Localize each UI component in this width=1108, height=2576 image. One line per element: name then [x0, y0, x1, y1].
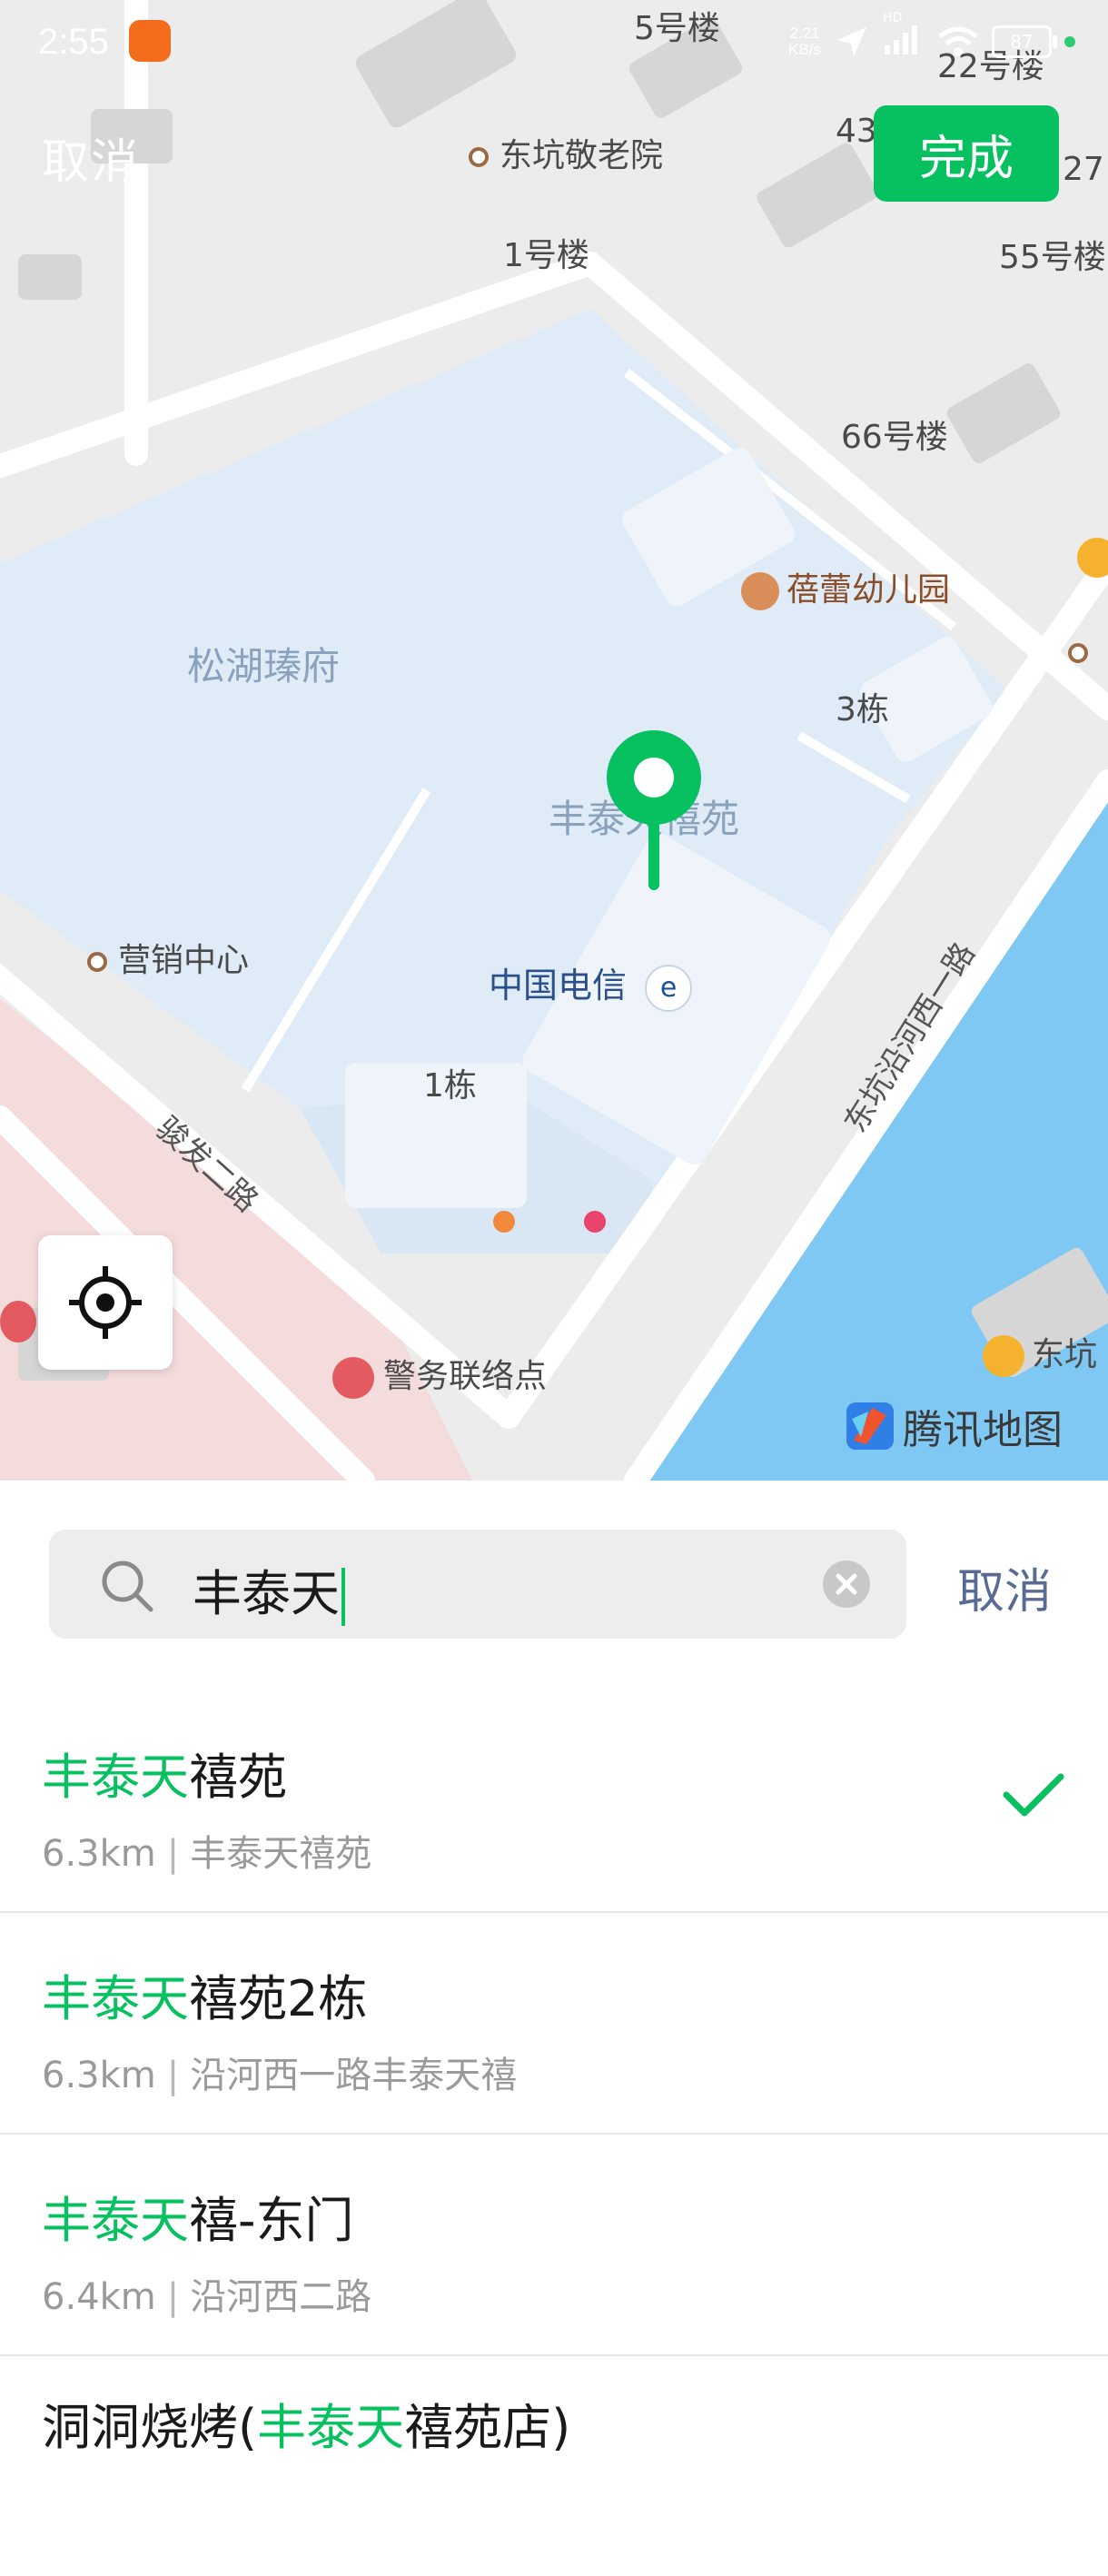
locate-button[interactable] [38, 1235, 173, 1370]
poi-kindergarten[interactable]: 蓓蕾幼儿园 [741, 563, 950, 610]
map-view[interactable]: 5号楼 22号楼 东坑敬老院 43 27 1号楼 55号楼 66号楼 蓓蕾幼儿园… [0, 0, 1108, 1481]
poi-police[interactable]: 警务联络点 [332, 1350, 547, 1399]
clear-icon[interactable] [823, 1560, 870, 1608]
result-title-highlight: 丰泰天 [257, 2399, 405, 2456]
top-cancel-button[interactable]: 取消 [42, 124, 140, 192]
result-title-highlight: 丰泰天 [42, 1749, 189, 1806]
search-query-container: 丰泰天 [193, 1553, 345, 1627]
status-icons: 2.21 KB/s HD 87 [788, 11, 1075, 60]
result-title-rest: 禧苑 [189, 1749, 287, 1806]
result-title: 丰泰天禧苑2栋 [42, 1958, 367, 2030]
check-icon [1003, 1773, 1064, 1817]
result-title-highlight: 丰泰天 [42, 2192, 189, 2249]
map-pin-icon[interactable] [603, 727, 705, 894]
map-label-b27: 27 [1063, 151, 1104, 188]
poi-sales-label: 营销中心 [118, 942, 250, 979]
map-label-b66: 66号楼 [841, 419, 948, 456]
result-address: 沿河西一路丰泰天禧 [190, 2055, 518, 2096]
network-badge: HD [883, 11, 903, 25]
result-address: 丰泰天禧苑 [190, 1833, 372, 1875]
result-item[interactable]: 丰泰天禧苑 6.3km | 丰泰天禧苑 [0, 1691, 1108, 1913]
tencent-map-logo-text: 腾讯地图 [903, 1407, 1063, 1453]
poi-red-icon[interactable] [0, 1301, 36, 1342]
search-icon [102, 1560, 153, 1612]
map-label-b55: 55号楼 [999, 239, 1106, 276]
poi-dot-icon [87, 952, 107, 972]
map-label-b1: 1号楼 [503, 237, 589, 274]
search-cancel-button[interactable]: 取消 [957, 1553, 1052, 1621]
status-time: 2:55 [38, 22, 109, 62]
result-title: 丰泰天禧-东门 [42, 2180, 354, 2252]
poi-nursing-home-label: 东坑敬老院 [500, 137, 664, 174]
poi-nursing-home[interactable]: 东坑敬老院 [469, 129, 663, 176]
result-distance: 6.3km [42, 1833, 156, 1875]
poi-dot-icon[interactable] [1068, 643, 1088, 663]
status-dot [1064, 36, 1075, 47]
result-distance: 6.3km [42, 2055, 156, 2096]
result-item[interactable]: 丰泰天禧-东门 6.4km | 沿河西二路 [0, 2135, 1108, 2356]
map-label-songhu: 松湖瑧府 [187, 644, 341, 689]
police-icon [332, 1357, 374, 1399]
battery-icon: 87 [992, 25, 1057, 58]
signal-icon: HD [883, 11, 925, 60]
result-title-rest: 禧-东门 [189, 2192, 354, 2249]
kindergarten-icon [741, 572, 779, 610]
result-subtitle: 6.3km | 沿河西一路丰泰天禧 [42, 2055, 518, 2096]
result-title-rest: 禧苑2栋 [189, 1970, 368, 2027]
map-label-dong1: 1栋 [423, 1067, 477, 1105]
poi-telecom[interactable]: 中国电信 e [489, 957, 693, 1012]
poi-dongkeng[interactable]: 东坑 [983, 1328, 1097, 1377]
tencent-map-logo: 腾讯地图 [845, 1397, 1063, 1455]
result-item[interactable]: 洞洞烧烤(丰泰天禧苑店) [0, 2356, 1108, 2576]
net-speed: 2.21 KB/s [788, 25, 821, 58]
result-subtitle: 6.3km | 丰泰天禧苑 [42, 1833, 372, 1875]
result-address: 沿河西二路 [190, 2276, 372, 2318]
search-input[interactable]: 丰泰天 [49, 1530, 906, 1639]
net-speed-unit: KB/s [788, 41, 821, 58]
result-title-highlight: 丰泰天 [42, 1970, 189, 2027]
search-query: 丰泰天 [193, 1565, 340, 1622]
poi-sales-center[interactable]: 营销中心 [87, 934, 249, 981]
app-notification-icon [129, 20, 171, 62]
result-title-prefix: 洞洞烧烤( [42, 2399, 258, 2456]
net-speed-value: 2.21 [789, 25, 820, 42]
result-title-rest: 禧苑店) [404, 2399, 571, 2456]
locate-icon [69, 1266, 142, 1339]
result-distance: 6.4km [42, 2276, 156, 2318]
text-caret [341, 1568, 345, 1627]
poi-dongkeng-label: 东坑 [1032, 1336, 1098, 1373]
wifi-icon [938, 26, 978, 56]
poi-telecom-label: 中国电信 [489, 966, 628, 1006]
result-list: 丰泰天禧苑 6.3km | 丰泰天禧苑 丰泰天禧苑2栋 6.3km | 沿河西一路丰泰天… [0, 1691, 1108, 2576]
dongkeng-icon [983, 1335, 1024, 1377]
status-bar: 2:55 2.21 KB/s HD 87 [0, 0, 1108, 91]
poi-kindergarten-label: 蓓蕾幼儿园 [786, 571, 951, 609]
result-title: 洞洞烧烤(丰泰天禧苑店) [42, 2387, 570, 2459]
done-button[interactable]: 完成 [874, 105, 1059, 202]
location-arrow-icon [837, 27, 866, 56]
map-label-b43: 43 [836, 113, 877, 150]
poi-dot-icon [469, 147, 489, 167]
result-title: 丰泰天禧苑 [42, 1737, 287, 1808]
tencent-map-logo-icon [846, 1402, 894, 1450]
search-sheet: 丰泰天 取消 丰泰天禧苑 6.3km | 丰泰天禧苑 丰泰天禧苑2栋 6.3km | 沿… [0, 1481, 1108, 2463]
poi-police-label: 警务联络点 [383, 1358, 548, 1395]
telecom-icon: e [645, 964, 693, 1012]
result-item[interactable]: 丰泰天禧苑2栋 6.3km | 沿河西一路丰泰天禧 [0, 1913, 1108, 2135]
result-subtitle: 6.4km | 沿河西二路 [42, 2276, 372, 2318]
map-label-dong3: 3栋 [836, 691, 889, 728]
